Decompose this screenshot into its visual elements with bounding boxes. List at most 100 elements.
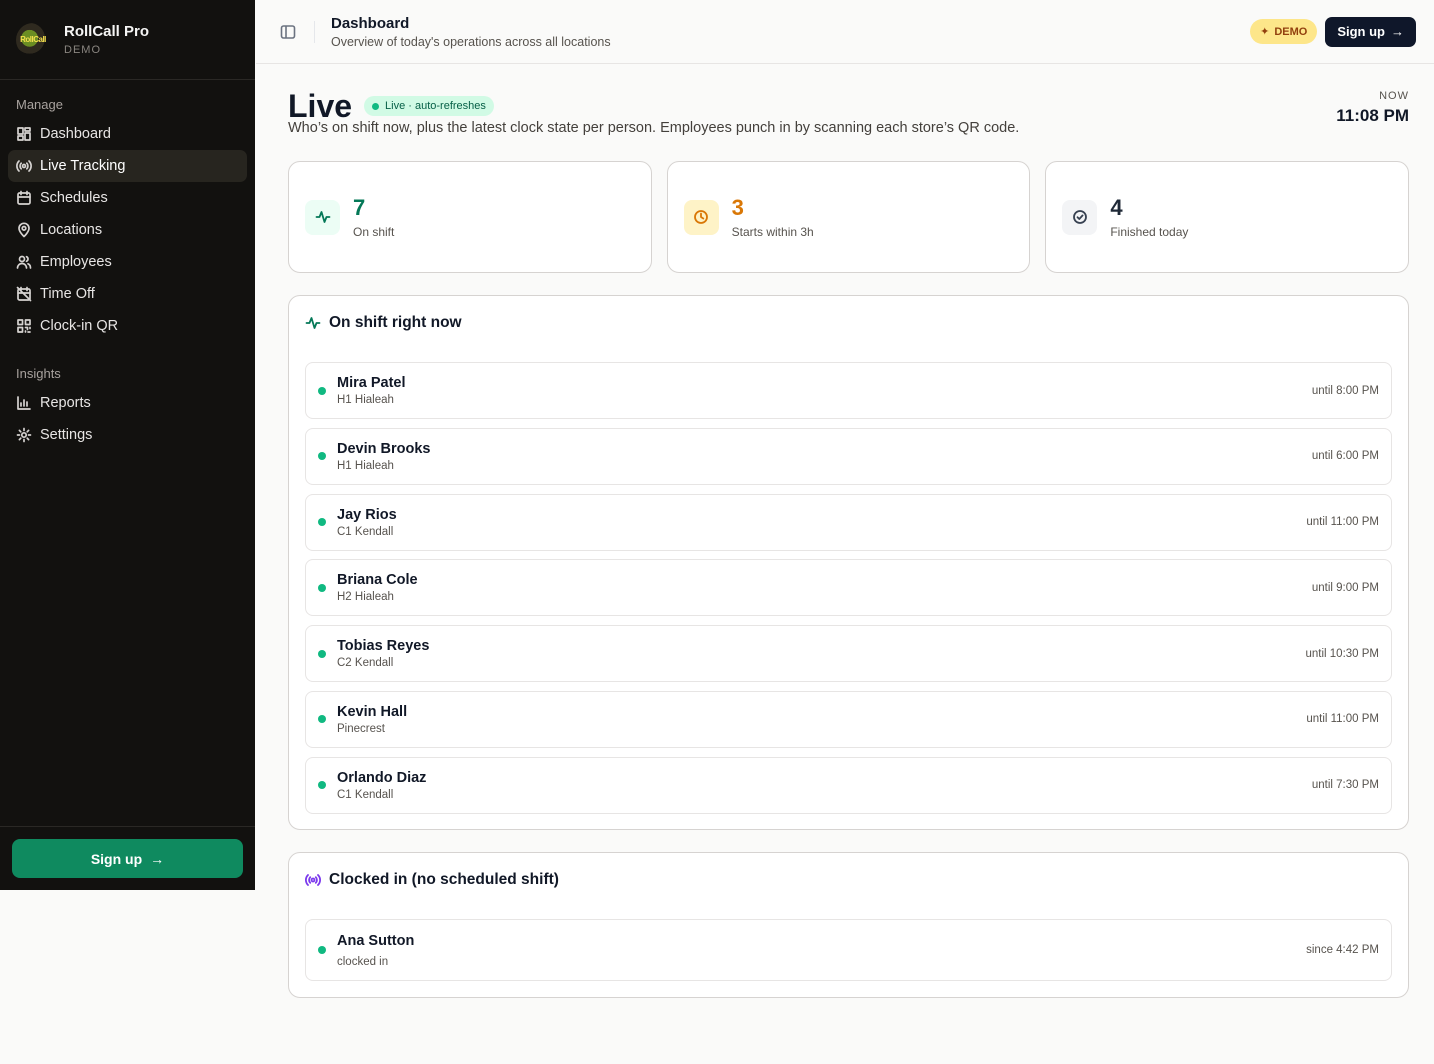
nav-section-manage: Manage [16,97,63,112]
sidebar-item-time-off[interactable]: Time Off [8,278,247,310]
arrow-right-icon: → [150,850,165,867]
list-item[interactable]: Kevin Hall Pinecrest until 11:00 PM [305,690,1392,748]
header-signup-button[interactable]: Sign up → [1325,16,1416,47]
clock-status: clocked in [337,955,389,968]
nav-section-insights: Insights [16,366,61,381]
panel-title: On shift right now [329,314,462,331]
demo-badge: ✦ DEMO [1250,19,1318,44]
shift-end: until 9:00 PM [1311,581,1379,594]
employee-name: Ana Sutton [337,932,415,949]
broadcast-icon [16,158,32,174]
sidebar-signup-button[interactable]: Sign up → [12,839,243,878]
clocked-in-since: since 4:42 PM [1306,944,1379,956]
brand-name: RollCall Pro [64,23,150,40]
stat-label: On shift [353,224,395,239]
sidebar-item-reports[interactable]: Reports [8,387,247,419]
now-time: 11:08 PM [1336,106,1409,125]
sidebar-item-label: Locations [40,222,103,238]
header-divider [314,20,315,43]
calendar-icon [16,190,32,206]
sidebar-item-dashboard[interactable]: Dashboard [8,118,247,150]
employee-location: C2 Kendall [337,657,394,670]
dashboard-icon [16,126,32,142]
calendar-off-icon [16,286,32,302]
status-dot-icon [318,781,326,790]
arrow-right-icon: → [1391,24,1404,39]
employee-name: Devin Brooks [337,440,431,457]
panel-left-icon [280,24,296,39]
clocked-in-panel: Clocked in (no scheduled shift) Ana Sutt… [288,852,1409,998]
status-dot-icon [318,583,326,592]
sidebar-item-label: Settings [40,427,93,443]
demo-badge-label: DEMO [1274,25,1308,38]
live-title: Live [288,88,353,124]
stat-value: 7 [353,194,366,220]
list-item[interactable]: Ana Sutton clocked in since 4:42 PM [305,919,1392,981]
list-item[interactable]: Devin Brooks H1 Hialeah until 6:00 PM [305,427,1392,485]
sidebar-toggle-button[interactable] [278,22,298,42]
employee-location: C1 Kendall [337,525,394,538]
sidebar-footer: Sign up → [0,826,255,890]
employee-name: Kevin Hall [337,703,408,720]
sidebar-item-label: Schedules [40,190,108,206]
list-item[interactable]: Mira Patel H1 Hialeah until 8:00 PM [305,362,1392,419]
main-content: Live Live · auto-refreshes NOW 11:08 PM … [288,64,1410,998]
list-item[interactable]: Briana Cole H2 Hialeah until 9:00 PM [305,559,1392,617]
live-status-pill: Live · auto-refreshes [364,96,494,116]
broadcast-icon [305,874,321,886]
sidebar-signup-label: Sign up [90,850,143,867]
activity-icon [305,317,321,329]
list-item[interactable]: Tobias Reyes C2 Kendall until 10:30 PM [305,625,1392,683]
stat-value: 4 [1110,194,1123,220]
sidebar-item-live-tracking[interactable]: Live Tracking [8,150,247,182]
sidebar-item-schedules[interactable]: Schedules [8,182,247,214]
sidebar-item-label: Clock-in QR [40,318,119,334]
sidebar-item-clock-in-qr[interactable]: Clock-in QR [8,310,247,342]
users-icon [16,254,32,270]
sidebar-item-employees[interactable]: Employees [8,246,247,278]
gear-icon [16,427,32,443]
employee-location: H1 Hialeah [337,459,394,472]
employee-name: Briana Cole [337,572,418,589]
page-title: Dashboard [331,14,410,32]
live-dot-icon [372,102,380,110]
stat-label: Finished today [1110,224,1189,239]
sidebar-item-label: Time Off [40,286,95,302]
now-label: NOW [1379,90,1409,102]
status-dot-icon [318,386,326,395]
status-dot-icon [318,649,326,658]
shift-end: until 7:30 PM [1311,779,1379,792]
employee-location: H1 Hialeah [337,394,394,406]
shift-end: until 11:00 PM [1306,713,1379,726]
employee-name: Jay Rios [337,506,397,523]
sparkle-icon: ✦ [1260,26,1270,38]
status-dot-icon [318,946,326,954]
employee-name: Orlando Diaz [337,769,427,786]
bar-chart-icon [16,395,32,411]
brand-logo-text: RollCall [20,35,46,44]
stat-card-on-shift: 7 On shift [288,161,652,273]
now-clock: NOW 11:08 PM [1336,90,1409,126]
check-circle-icon [1062,199,1098,235]
top-header: Dashboard Overview of today's operations… [256,0,1434,64]
brand-logo: RollCall [16,22,50,57]
sidebar-item-label: Dashboard [40,126,111,142]
sidebar-item-locations[interactable]: Locations [8,214,247,246]
employee-location: H2 Hialeah [337,591,394,604]
shift-end: until 6:00 PM [1311,450,1379,463]
activity-icon [305,199,340,235]
status-dot-icon [318,452,326,461]
sidebar-item-label: Live Tracking [40,158,126,174]
list-item[interactable]: Jay Rios C1 Kendall until 11:00 PM [305,493,1392,551]
shift-end: until 10:30 PM [1305,647,1379,660]
list-item[interactable]: Orlando Diaz C1 Kendall until 7:30 PM [305,756,1392,814]
employee-location: C1 Kendall [337,788,394,801]
stat-card-starts-soon: 3 Starts within 3h [666,161,1031,273]
status-dot-icon [318,715,326,724]
panel-title: Clocked in (no scheduled shift) [329,871,559,888]
on-shift-panel: On shift right now Mira Patel H1 Hialeah u… [288,295,1409,830]
stats-row: 7 On shift 3 Starts within 3h 4 Finished… [288,161,1410,273]
header-signup-label: Sign up [1337,24,1385,39]
sidebar-item-settings[interactable]: Settings [8,419,247,451]
brand[interactable]: RollCall RollCall Pro DEMO [0,0,255,80]
